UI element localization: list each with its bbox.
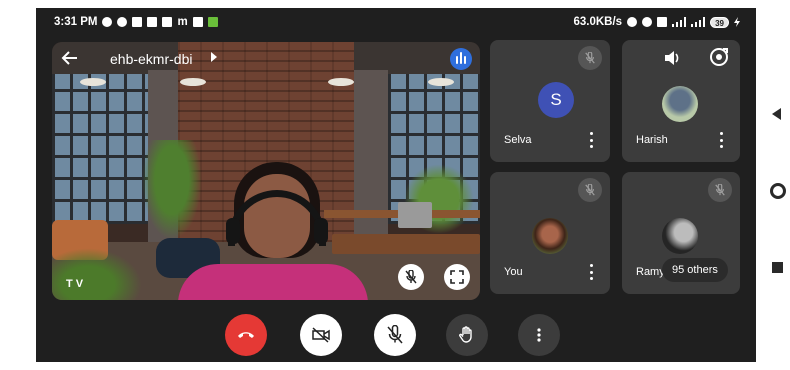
mic-off-icon: [578, 178, 602, 202]
back-arrow-icon[interactable]: [60, 48, 80, 68]
vibrate-icon: [627, 17, 638, 27]
volume-icon[interactable]: [664, 50, 682, 66]
video-background: [428, 78, 454, 86]
notification-icon: [192, 17, 203, 27]
participant-name: Harish: [636, 134, 668, 146]
avatar: S: [538, 82, 574, 118]
camera-off-icon: [312, 327, 330, 343]
mic-off-icon: [708, 178, 732, 202]
mic-toggle-button[interactable]: [374, 314, 416, 356]
more-vert-icon[interactable]: [720, 132, 724, 148]
notification-icon: [117, 17, 128, 27]
participant-name: Selva: [504, 134, 532, 146]
video-background: [398, 202, 432, 228]
mail-icon: [162, 17, 173, 27]
others-count-badge[interactable]: 95 others: [662, 258, 728, 282]
nav-back-button[interactable]: [772, 108, 781, 120]
camera-toggle-button[interactable]: [300, 314, 342, 356]
status-bar-left: 3:31 PM m: [54, 16, 218, 28]
raise-hand-icon: [459, 326, 472, 343]
more-vert-icon[interactable]: [590, 132, 594, 148]
phone-screen: 3:31 PM m 63.0KB/s 39 ehb-ekmr-dbi T V S…: [36, 8, 756, 362]
mic-off-icon: [398, 264, 424, 290]
camera-switch-icon[interactable]: [708, 46, 730, 68]
nav-home-button[interactable]: [770, 183, 786, 199]
charging-icon: [734, 17, 740, 27]
signal-icon: [672, 17, 687, 27]
video-background: [52, 74, 148, 224]
avatar: [532, 218, 568, 254]
signal-icon: [691, 17, 706, 27]
raise-hand-button[interactable]: [446, 314, 488, 356]
video-background: [52, 248, 142, 300]
mic-off-icon: [578, 46, 602, 70]
participant-name: You: [504, 266, 523, 278]
alarm-icon: [642, 17, 653, 27]
status-bar: 3:31 PM m 63.0KB/s 39: [36, 8, 756, 38]
more-options-button[interactable]: [518, 314, 560, 356]
end-call-button[interactable]: [225, 314, 267, 356]
network-speed: 63.0KB/s: [573, 16, 623, 28]
battery-icon: 39: [710, 16, 729, 28]
nfc-icon: [657, 17, 668, 27]
fullscreen-icon[interactable]: [444, 264, 470, 290]
end-call-icon: [238, 332, 254, 338]
notification-icon: [132, 17, 143, 27]
more-vert-icon[interactable]: [590, 264, 594, 280]
app-m-icon: m: [177, 16, 188, 28]
participant-tile-selva[interactable]: S Selva: [490, 40, 610, 162]
notification-icon: [147, 17, 158, 27]
video-background: [328, 78, 354, 86]
video-background: [180, 78, 206, 86]
avatar: [662, 218, 698, 254]
notification-icon: [207, 17, 218, 27]
chevron-right-icon[interactable]: [210, 51, 218, 63]
meeting-title[interactable]: ehb-ekmr-dbi: [110, 51, 192, 67]
main-speaker-name: T V: [66, 278, 84, 290]
notification-icon: [102, 17, 113, 27]
speaker-activity-icon: [450, 48, 472, 70]
participant-tile-you[interactable]: You: [490, 172, 610, 294]
mic-off-icon: [387, 325, 403, 344]
nav-recents-button[interactable]: [772, 262, 783, 273]
video-background: [80, 78, 106, 86]
more-vert-icon: [537, 328, 541, 342]
status-bar-right: 63.0KB/s 39: [573, 16, 740, 28]
speaker-video: [178, 162, 368, 300]
main-video-tile[interactable]: ehb-ekmr-dbi T V: [52, 42, 480, 300]
avatar: [662, 86, 698, 122]
status-time: 3:31 PM: [54, 16, 98, 28]
meeting-header: ehb-ekmr-dbi: [52, 42, 480, 76]
